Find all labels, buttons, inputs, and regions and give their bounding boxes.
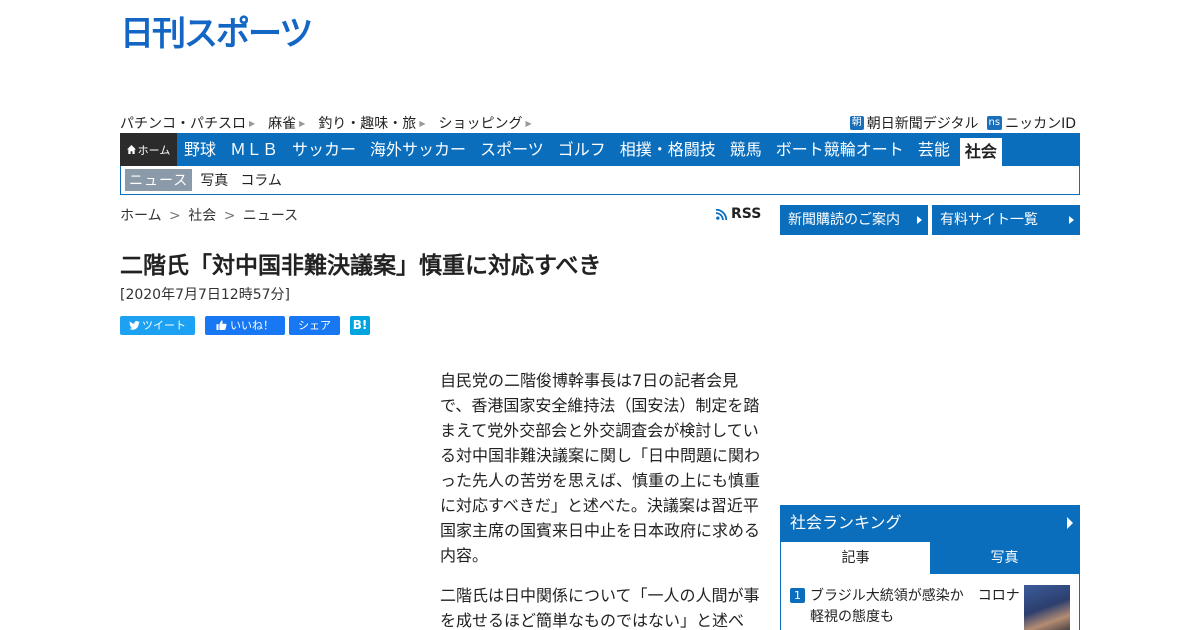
nav-item-world-soccer[interactable]: 海外サッカー [363, 133, 473, 166]
nav-item-entertainment[interactable]: 芸能 [911, 133, 957, 166]
triangle-icon: ▶ [299, 118, 306, 128]
nav-item-golf[interactable]: ゴルフ [551, 133, 613, 166]
society-ranking-header[interactable]: 社会ランキング [780, 505, 1080, 541]
society-ranking-panel: 記事 写真 1 ブラジル大統領が感染か コロナ軽視の態度も [780, 541, 1080, 630]
category-subnav: ニュース 写真 コラム [120, 166, 1080, 195]
main-nav: ホーム 野球 ＭＬＢ サッカー 海外サッカー スポーツ ゴルフ 相撲・格闘技 競… [120, 133, 1080, 166]
triangle-icon: ▶ [525, 118, 532, 128]
paid-sites-button[interactable]: 有料サイト一覧 [932, 205, 1080, 235]
article-paragraph: 自民党の二階俊博幹事長は7日の記者会見で、香港国家安全維持法（国安法）制定を踏ま… [440, 371, 761, 565]
like-button[interactable]: いいね！ [205, 316, 285, 335]
twitter-bird-icon [129, 321, 140, 330]
nav-item-society[interactable]: 社会 [959, 138, 1002, 166]
rank-number-badge: 1 [790, 588, 805, 603]
home-icon [126, 145, 136, 154]
utility-link-shopping[interactable]: ショッピング ▶ [438, 113, 531, 133]
site-logo-text: 日刊スポーツ [120, 13, 313, 54]
article-body: 自民党の二階俊博幹事長は7日の記者会見で、香港国家安全維持法（国安法）制定を踏ま… [440, 368, 762, 630]
breadcrumb-home[interactable]: ホーム [120, 208, 162, 224]
utility-nav: パチンコ・パチスロ ▶ 麻雀 ▶ 釣り・趣味・旅 ▶ ショッピング ▶ 朝朝日新聞デジタ… [120, 113, 1080, 133]
tweet-button[interactable]: ツイート [120, 316, 195, 335]
breadcrumb-society[interactable]: 社会 [188, 208, 216, 224]
subscription-info-button[interactable]: 新聞購読のご案内 [780, 205, 928, 235]
rss-link[interactable]: RSS [716, 206, 761, 222]
site-logo[interactable]: 日刊スポーツ [120, 10, 313, 54]
subnav-photo[interactable]: 写真 [200, 170, 228, 190]
hatena-bookmark-button[interactable]: B! [350, 316, 370, 335]
tab-articles[interactable]: 記事 [781, 542, 930, 574]
tab-photos[interactable]: 写真 [930, 542, 1079, 574]
nav-item-soccer[interactable]: サッカー [285, 133, 363, 166]
triangle-icon: ▶ [249, 118, 256, 128]
nav-item-sports[interactable]: スポーツ [473, 133, 551, 166]
ranking-item-title: ブラジル大統領が感染か コロナ軽視の態度も [810, 588, 1020, 625]
breadcrumb-news: ニュース [242, 208, 299, 224]
nav-item-boat-keirin-auto[interactable]: ボート競輪オート [769, 133, 911, 166]
subnav-column[interactable]: コラム [240, 170, 282, 190]
utility-link-pachinko[interactable]: パチンコ・パチスロ ▶ [120, 113, 255, 133]
ranking-tabs: 記事 写真 [781, 542, 1079, 574]
asahi-digital-link[interactable]: 朝朝日新聞デジタル [849, 113, 979, 133]
share-button[interactable]: シェア [289, 316, 340, 335]
rss-icon [716, 208, 727, 220]
article-date: [2020年7月7日12時57分] [120, 287, 290, 303]
ranking-thumbnail [1024, 585, 1070, 630]
asahi-badge-icon: 朝 [849, 116, 864, 130]
breadcrumb: ホーム > 社会 > ニュース [120, 205, 298, 225]
breadcrumb-separator: > [169, 208, 181, 224]
triangle-icon: ▶ [419, 118, 426, 128]
nikkan-id-link[interactable]: ns ニッカンID [986, 113, 1076, 133]
utility-link-fishing[interactable]: 釣り・趣味・旅 ▶ [318, 113, 425, 133]
subnav-news-current[interactable]: ニュース [125, 169, 193, 191]
thumbs-up-icon [216, 320, 227, 330]
utility-link-mahjong[interactable]: 麻雀 ▶ [268, 113, 305, 133]
nav-item-mlb[interactable]: ＭＬＢ [223, 133, 285, 166]
nav-item-baseball[interactable]: 野球 [177, 133, 223, 166]
ranking-item[interactable]: 1 ブラジル大統領が感染か コロナ軽視の態度も [781, 574, 1079, 630]
arrow-right-icon [1067, 517, 1073, 529]
nav-home[interactable]: ホーム [120, 133, 177, 166]
arrow-right-icon [1069, 216, 1074, 224]
share-buttons: ツイート いいね！ シェア B! [120, 316, 370, 335]
nav-item-sumo-fighting[interactable]: 相撲・格闘技 [613, 133, 723, 166]
sidebar-buttons: 新聞購読のご案内 有料サイト一覧 [780, 205, 1080, 235]
arrow-right-icon [917, 216, 922, 224]
article-paragraph: 二階氏は日中関係について「一人の人間が事を成せるほど簡単なものではない」と述べ [440, 586, 760, 630]
article-title: 二階氏「対中国非難決議案」慎重に対応すべき [120, 253, 602, 279]
breadcrumb-separator: > [223, 208, 236, 224]
ns-badge-icon: ns [986, 116, 1003, 130]
nav-item-horse-racing[interactable]: 競馬 [723, 133, 769, 166]
